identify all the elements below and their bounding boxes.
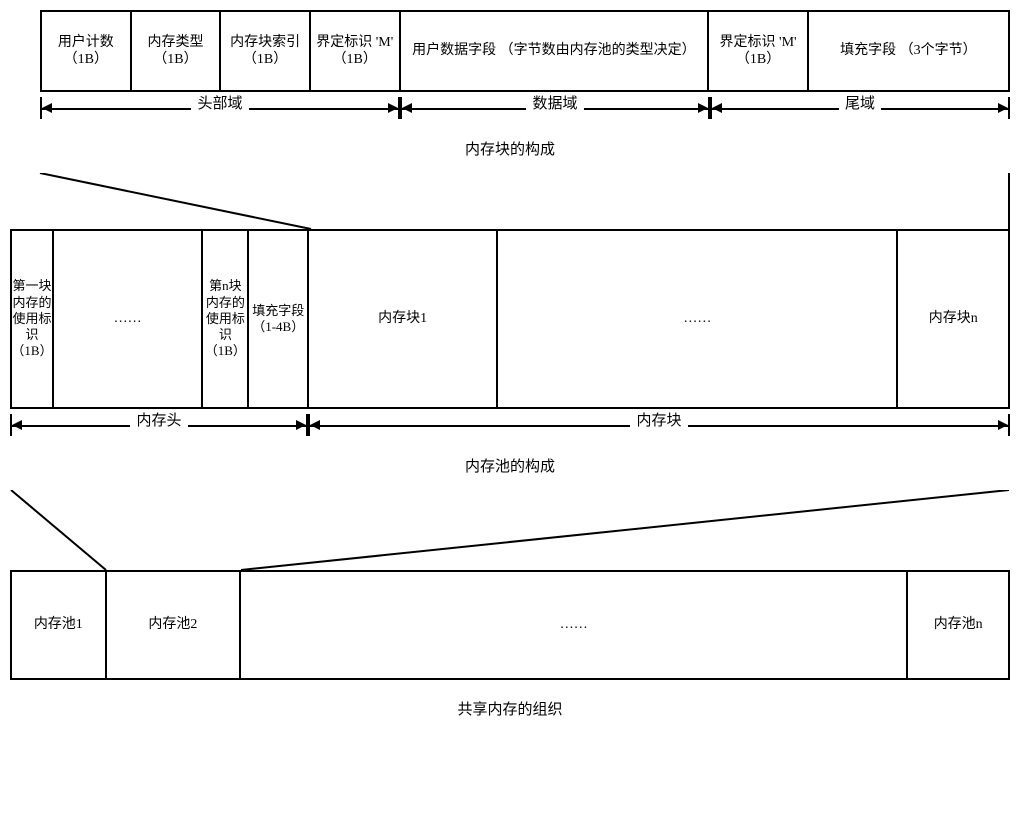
memory-block-row: 用户计数 （1B） 内存类型 （1B） 内存块索引 （1B） 界定标识 'M' …	[40, 10, 1010, 92]
memory-diagram: 用户计数 （1B） 内存类型 （1B） 内存块索引 （1B） 界定标识 'M' …	[10, 10, 1010, 719]
block-cell-user-count: 用户计数 （1B）	[42, 12, 132, 90]
connector-pool-to-shm	[10, 490, 1010, 570]
region-data-label: 数据域	[526, 92, 583, 113]
block-cell-padding: 填充字段 （3个字节）	[809, 12, 1008, 90]
pool-cell-block-1: 内存块1	[309, 231, 498, 407]
block-cell-user-data: 用户数据字段 （字节数由内存池的类型决定）	[401, 12, 710, 90]
block-cell-marker-m1: 界定标识 'M' （1B）	[311, 12, 401, 90]
pool-region-bar: 内存头 内存块	[10, 415, 1010, 447]
shm-cell-pool-n: 内存池n	[908, 572, 1008, 678]
pool-cell-flag-n: 第n块内存的使用标识（1B）	[203, 231, 249, 407]
block-cell-mem-type: 内存类型 （1B）	[132, 12, 222, 90]
region-header-label: 头部域	[191, 92, 248, 113]
memory-pool-row: 第一块内存的使用标识（1B） …… 第n块内存的使用标识（1B） 填充字段（1-…	[10, 229, 1010, 409]
connector-block-to-pool	[10, 173, 1010, 229]
block-caption: 内存块的构成	[10, 138, 1010, 159]
region-mem-blocks-label: 内存块	[630, 409, 687, 430]
shm-caption: 共享内存的组织	[10, 698, 1010, 719]
block-cell-block-index: 内存块索引 （1B）	[221, 12, 311, 90]
pool-cell-ellipsis2: ……	[498, 231, 898, 407]
shm-cell-pool-2: 内存池2	[107, 572, 241, 678]
region-mem-header-label: 内存头	[130, 409, 187, 430]
pool-cell-block-n: 内存块n	[898, 231, 1008, 407]
region-tail-label: 尾域	[839, 92, 881, 113]
pool-cell-padding: 填充字段（1-4B）	[249, 231, 309, 407]
block-region-bar: 头部域 数据域 尾域	[40, 98, 1010, 130]
pool-cell-flag-1: 第一块内存的使用标识（1B）	[12, 231, 54, 407]
shm-cell-pool-1: 内存池1	[12, 572, 107, 678]
pool-caption: 内存池的构成	[10, 455, 1010, 476]
block-cell-marker-m2: 界定标识 'M' （1B）	[709, 12, 809, 90]
pool-cell-ellipsis1: ……	[54, 231, 203, 407]
shm-cell-ellipsis: ……	[241, 572, 908, 678]
shared-memory-row: 内存池1 内存池2 …… 内存池n	[10, 570, 1010, 680]
